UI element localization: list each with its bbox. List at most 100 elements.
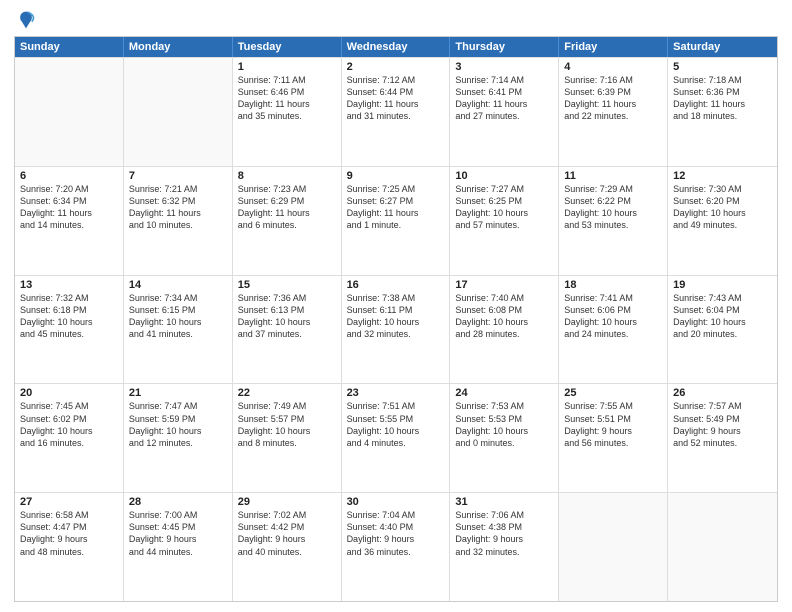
day-number: 28	[129, 496, 227, 508]
cell-line: Sunset: 6:18 PM	[20, 304, 118, 316]
day-number: 22	[238, 387, 336, 399]
calendar-cell	[559, 493, 668, 601]
cell-line: Sunrise: 7:16 AM	[564, 74, 662, 86]
cell-line: and 28 minutes.	[455, 328, 553, 340]
cell-line: Sunrise: 7:18 AM	[673, 74, 772, 86]
cell-line: Sunset: 6:46 PM	[238, 86, 336, 98]
cell-line: Sunrise: 7:40 AM	[455, 292, 553, 304]
cell-line: Sunrise: 7:23 AM	[238, 183, 336, 195]
cell-line: Daylight: 10 hours	[455, 425, 553, 437]
cell-line: Sunset: 6:27 PM	[347, 195, 445, 207]
day-number: 11	[564, 170, 662, 182]
cell-line: and 44 minutes.	[129, 546, 227, 558]
cell-line: and 36 minutes.	[347, 546, 445, 558]
cell-line: and 27 minutes.	[455, 110, 553, 122]
cell-line: Daylight: 10 hours	[238, 316, 336, 328]
cell-line: Sunrise: 7:11 AM	[238, 74, 336, 86]
cell-line: Daylight: 9 hours	[455, 533, 553, 545]
cell-line: Sunset: 6:06 PM	[564, 304, 662, 316]
cell-line: Sunrise: 6:58 AM	[20, 509, 118, 521]
calendar-cell: 5Sunrise: 7:18 AMSunset: 6:36 PMDaylight…	[668, 58, 777, 166]
calendar-cell: 17Sunrise: 7:40 AMSunset: 6:08 PMDayligh…	[450, 276, 559, 384]
cell-line: Sunrise: 7:34 AM	[129, 292, 227, 304]
cell-line: Daylight: 11 hours	[455, 98, 553, 110]
cell-line: and 4 minutes.	[347, 437, 445, 449]
day-number: 8	[238, 170, 336, 182]
cell-line: Daylight: 10 hours	[20, 425, 118, 437]
cell-line: Sunrise: 7:41 AM	[564, 292, 662, 304]
calendar-cell: 23Sunrise: 7:51 AMSunset: 5:55 PMDayligh…	[342, 384, 451, 492]
calendar-body: 1Sunrise: 7:11 AMSunset: 6:46 PMDaylight…	[15, 57, 777, 601]
cell-line: Sunset: 4:38 PM	[455, 521, 553, 533]
cell-line: and 14 minutes.	[20, 219, 118, 231]
day-number: 10	[455, 170, 553, 182]
day-number: 2	[347, 61, 445, 73]
day-number: 3	[455, 61, 553, 73]
calendar-cell: 6Sunrise: 7:20 AMSunset: 6:34 PMDaylight…	[15, 167, 124, 275]
cell-line: Sunset: 6:13 PM	[238, 304, 336, 316]
calendar-cell	[124, 58, 233, 166]
cell-line: Sunrise: 7:12 AM	[347, 74, 445, 86]
cell-line: Sunset: 6:32 PM	[129, 195, 227, 207]
cell-line: Daylight: 10 hours	[564, 316, 662, 328]
cell-line: and 22 minutes.	[564, 110, 662, 122]
cell-line: Sunrise: 7:02 AM	[238, 509, 336, 521]
calendar-cell: 29Sunrise: 7:02 AMSunset: 4:42 PMDayligh…	[233, 493, 342, 601]
day-number: 23	[347, 387, 445, 399]
day-number: 21	[129, 387, 227, 399]
cell-line: Sunset: 6:22 PM	[564, 195, 662, 207]
day-number: 20	[20, 387, 118, 399]
cell-line: Sunrise: 7:29 AM	[564, 183, 662, 195]
cell-line: and 45 minutes.	[20, 328, 118, 340]
calendar-row: 13Sunrise: 7:32 AMSunset: 6:18 PMDayligh…	[15, 275, 777, 384]
cell-line: Sunrise: 7:14 AM	[455, 74, 553, 86]
cell-line: Sunrise: 7:04 AM	[347, 509, 445, 521]
calendar-cell: 22Sunrise: 7:49 AMSunset: 5:57 PMDayligh…	[233, 384, 342, 492]
calendar-cell: 18Sunrise: 7:41 AMSunset: 6:06 PMDayligh…	[559, 276, 668, 384]
day-number: 25	[564, 387, 662, 399]
cell-line: Sunrise: 7:30 AM	[673, 183, 772, 195]
day-number: 5	[673, 61, 772, 73]
cell-line: Sunset: 6:20 PM	[673, 195, 772, 207]
cell-line: Daylight: 10 hours	[20, 316, 118, 328]
cell-line: Sunrise: 7:55 AM	[564, 400, 662, 412]
day-number: 13	[20, 279, 118, 291]
cell-line: Daylight: 10 hours	[673, 316, 772, 328]
calendar-header-cell: Monday	[124, 37, 233, 57]
cell-line: Sunrise: 7:45 AM	[20, 400, 118, 412]
calendar-cell: 12Sunrise: 7:30 AMSunset: 6:20 PMDayligh…	[668, 167, 777, 275]
day-number: 30	[347, 496, 445, 508]
calendar: SundayMondayTuesdayWednesdayThursdayFrid…	[14, 36, 778, 602]
calendar-cell: 19Sunrise: 7:43 AMSunset: 6:04 PMDayligh…	[668, 276, 777, 384]
cell-line: Sunrise: 7:51 AM	[347, 400, 445, 412]
cell-line: Daylight: 10 hours	[455, 207, 553, 219]
calendar-header-cell: Thursday	[450, 37, 559, 57]
cell-line: Sunset: 6:25 PM	[455, 195, 553, 207]
cell-line: Daylight: 9 hours	[129, 533, 227, 545]
day-number: 6	[20, 170, 118, 182]
cell-line: Daylight: 10 hours	[564, 207, 662, 219]
calendar-cell: 21Sunrise: 7:47 AMSunset: 5:59 PMDayligh…	[124, 384, 233, 492]
cell-line: Sunrise: 7:49 AM	[238, 400, 336, 412]
cell-line: Daylight: 10 hours	[673, 207, 772, 219]
cell-line: and 52 minutes.	[673, 437, 772, 449]
cell-line: Sunrise: 7:38 AM	[347, 292, 445, 304]
page: SundayMondayTuesdayWednesdayThursdayFrid…	[0, 0, 792, 612]
cell-line: Sunset: 4:45 PM	[129, 521, 227, 533]
cell-line: Sunset: 6:41 PM	[455, 86, 553, 98]
calendar-cell: 2Sunrise: 7:12 AMSunset: 6:44 PMDaylight…	[342, 58, 451, 166]
day-number: 24	[455, 387, 553, 399]
cell-line: Sunrise: 7:00 AM	[129, 509, 227, 521]
cell-line: Sunset: 6:04 PM	[673, 304, 772, 316]
cell-line: and 49 minutes.	[673, 219, 772, 231]
cell-line: and 53 minutes.	[564, 219, 662, 231]
cell-line: Sunset: 6:08 PM	[455, 304, 553, 316]
day-number: 18	[564, 279, 662, 291]
cell-line: Daylight: 11 hours	[347, 207, 445, 219]
day-number: 16	[347, 279, 445, 291]
logo	[14, 10, 36, 30]
day-number: 29	[238, 496, 336, 508]
cell-line: Sunrise: 7:43 AM	[673, 292, 772, 304]
cell-line: Daylight: 11 hours	[129, 207, 227, 219]
calendar-cell: 20Sunrise: 7:45 AMSunset: 6:02 PMDayligh…	[15, 384, 124, 492]
